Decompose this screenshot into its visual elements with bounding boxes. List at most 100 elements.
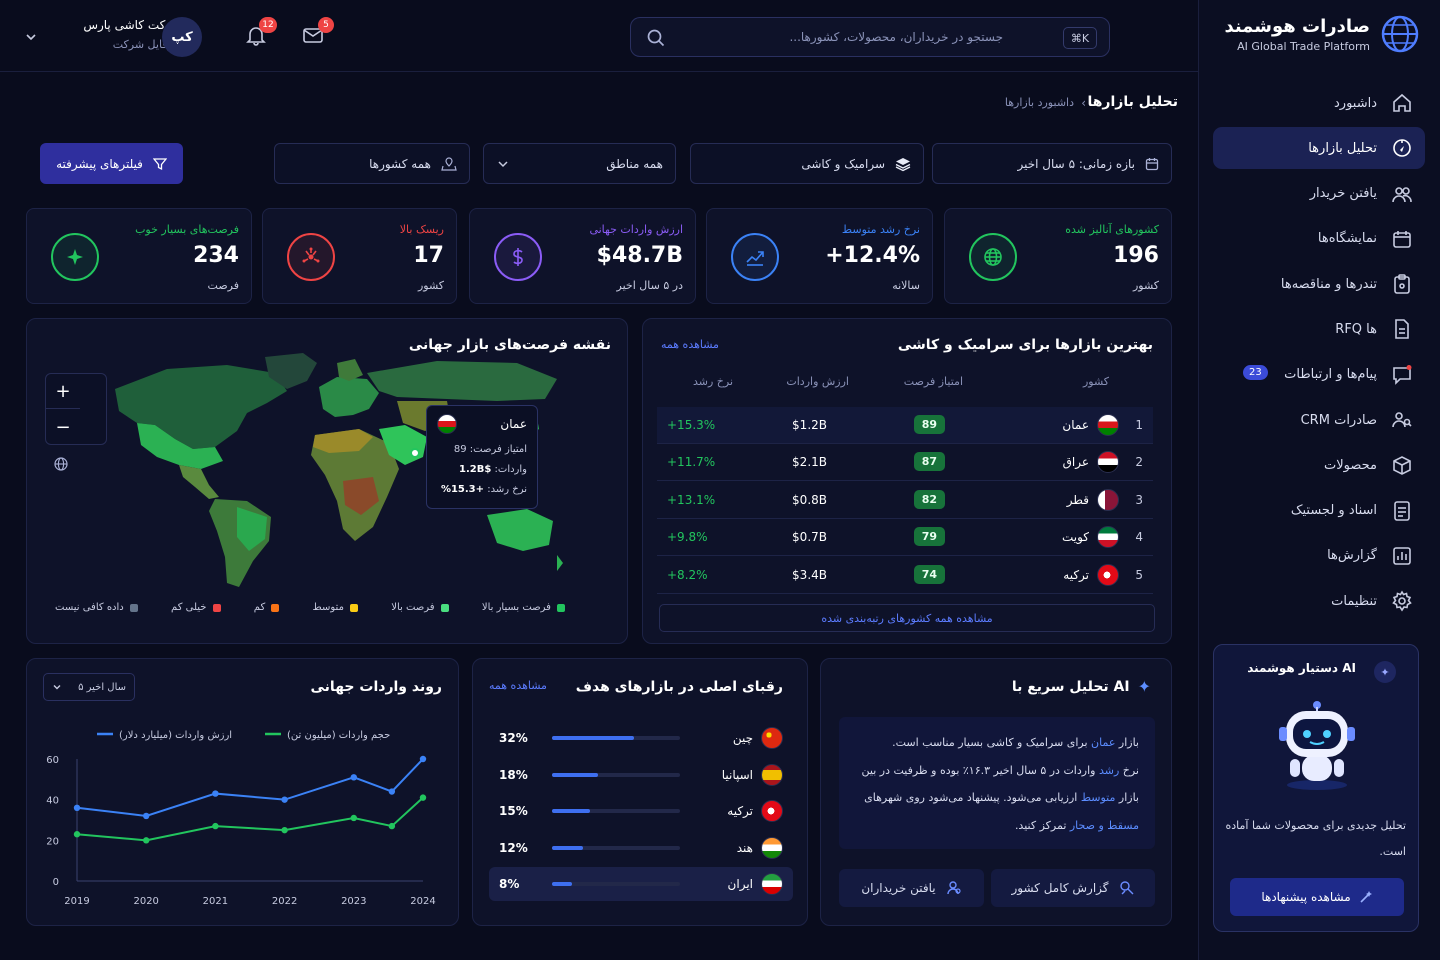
sidebar-item-0[interactable]: داشبورد [1213, 82, 1425, 124]
profile-menu[interactable]: شرکت کاشی پارس پروفایل شرکت کپ [20, 16, 220, 58]
ai-assistant-card: دستیار هوشمند AI ✦ تحلیل جدیدی برای محصو… [1213, 644, 1419, 932]
globe-reset-icon[interactable] [54, 457, 68, 471]
sidebar-item-label: اسناد و لجستیک [1290, 503, 1377, 519]
find-buyers-button[interactable]: یافتن خریداران [839, 869, 984, 907]
share-cell: 32% [499, 731, 528, 745]
share-bar-fill [552, 809, 591, 813]
view-suggestions-button[interactable]: مشاهده پیشنهادها [1230, 878, 1404, 916]
sidebar-item-8[interactable]: محصولات [1213, 444, 1425, 486]
legend-swatch [129, 603, 138, 612]
competitor-row[interactable]: 18% اسپانیا [489, 758, 793, 792]
data-point [143, 812, 150, 820]
search-bar[interactable]: جستجو در خریداران، محصولات، کشورها... ⌘K [630, 17, 1110, 57]
table-row[interactable]: 2 عراق 87 $2.1B +11.7% [657, 444, 1153, 482]
advanced-filters-button[interactable]: فیلترهای پیشرفته [40, 143, 183, 184]
sidebar-item-2[interactable]: یافتن خریدار [1213, 173, 1425, 215]
growth-cell: +9.8% [667, 530, 708, 545]
legend-label: ارزش واردات (میلیارد دلار) [119, 730, 232, 741]
competitor-country: اسپانیا [721, 767, 753, 782]
competitor-row[interactable]: 12% هند [489, 831, 793, 865]
legend-swatch [271, 603, 280, 612]
target-icon [67, 249, 83, 265]
view-all-countries-link[interactable]: مشاهده همه کشورهای رتبه‌بندی شده [659, 604, 1155, 632]
ai-quick-title: تحلیل سریع با AI [1011, 678, 1130, 695]
competitors-view-all-link[interactable]: مشاهده همه [489, 679, 547, 692]
share-bar [552, 882, 680, 886]
competitor-country: ترکیه [727, 804, 753, 818]
product-filter[interactable]: سرامیک و کاشی [690, 143, 924, 184]
legend-swatch [212, 603, 221, 612]
notifications-button[interactable]: 12 [243, 17, 277, 52]
data-point [388, 822, 396, 830]
table-row[interactable]: 5 ترکیه 74 $3.4B +8.2% [657, 557, 1153, 594]
kpi-sub: فرصت [207, 279, 239, 292]
share-bar-fill [552, 845, 583, 850]
data-point [281, 796, 288, 803]
sparkle-icon[interactable]: ✦ [1374, 661, 1396, 683]
legend-item: متوسط [313, 602, 358, 613]
line-post: تمرکز کنید. [1014, 818, 1070, 832]
country-flag-icon [761, 873, 783, 895]
sidebar-item-9[interactable]: اسناد و لجستیک [1213, 490, 1425, 532]
table-row[interactable]: 1 عمان 89 $1.2B +15.3% [657, 407, 1153, 444]
chevron-down-icon [26, 34, 36, 41]
sidebar-item-1[interactable]: تحلیل بازارها [1213, 127, 1425, 170]
country-cell: عراق [1062, 455, 1089, 470]
score-pill: 89 [913, 415, 945, 434]
zoom-out-button[interactable]: − [46, 410, 80, 445]
trend-period-select[interactable]: ۵ سال اخیر [43, 673, 135, 701]
box-icon [1393, 456, 1411, 476]
sidebar-item-3[interactable]: نمایشگاه‌ها [1213, 218, 1425, 260]
zoom-in-button[interactable]: + [46, 374, 80, 409]
countries-filter[interactable]: همه کشورها [274, 143, 470, 184]
share-cell: 18% [499, 767, 528, 782]
competitor-country: هند [736, 840, 753, 855]
line-post: واردات در ۵ سال اخیر ۱۶.۳٪ بوده و ظرفیت … [861, 763, 1099, 777]
sidebar-item-11[interactable]: تنظیمات [1213, 580, 1425, 622]
competitor-row[interactable]: 8% ایران [489, 867, 793, 901]
period-filter[interactable]: بازه زمانی: ۵ سال اخیر [932, 143, 1172, 184]
line-highlight: عمان [1091, 736, 1116, 749]
table-row[interactable]: 4 کویت 79 $0.7B +9.8% [657, 519, 1153, 557]
sidebar-item-6[interactable]: 23 پیام‌ها و ارتباطات [1213, 354, 1425, 396]
mail-button[interactable]: 5 [300, 17, 334, 52]
breadcrumb-parent[interactable]: داشبورد بازارها [1005, 96, 1074, 109]
legend-item: فرصت بسیار بالا [482, 602, 565, 613]
map-legend: فرصت بسیار بالا فرصت بالا متوسط کم خیلی کم دا… [55, 602, 565, 613]
brand[interactable]: صادرات هوشمند AI Global Trade Platform [1224, 14, 1420, 54]
competitor-row[interactable]: 32% چین [489, 721, 793, 755]
report-button-label: گزارش کامل کشور [1011, 881, 1109, 895]
country-cell: عمان [1062, 418, 1089, 432]
map-region-europe [319, 377, 379, 417]
sidebar-item-label: تحلیل بازارها [1308, 140, 1377, 156]
sidebar-item-label: CRM صادرات [1300, 412, 1377, 428]
country-cell: ترکیه [1063, 567, 1089, 582]
search-input[interactable]: جستجو در خریداران، محصولات، کشورها... [789, 30, 1003, 44]
robot-icon [1279, 701, 1355, 790]
brand-name: صادرات هوشمند [1224, 15, 1370, 37]
data-point [350, 774, 357, 781]
top-markets-view-all-link[interactable]: مشاهده همه [661, 338, 719, 351]
legend-label: کم [253, 602, 266, 613]
y-tick-label: 60 [46, 755, 59, 766]
table-row[interactable]: 3 قطر 82 $0.8B +13.1% [657, 482, 1153, 519]
col-header-country: کشور [1082, 375, 1109, 388]
rank-cell: 2 [1135, 455, 1143, 470]
score-pill: 79 [913, 527, 945, 547]
sidebar-item-7[interactable]: CRM صادرات [1213, 399, 1425, 441]
sidebar-item-4[interactable]: تندرها و مناقصه‌ها [1213, 263, 1425, 305]
line-pre: نرخ [1119, 763, 1139, 777]
map-region-central-america [179, 465, 219, 499]
competitor-row[interactable]: 15% ترکیه [489, 794, 793, 828]
full-country-report-button[interactable]: گزارش کامل کشور [991, 869, 1155, 907]
region-filter[interactable]: همه مناطق [483, 143, 676, 184]
country-flag-icon [1097, 526, 1119, 549]
sidebar-item-10[interactable]: گزارش‌ها [1213, 535, 1425, 577]
rank-cell: 4 [1135, 530, 1143, 545]
sidebar-item-label: تنظیمات [1331, 593, 1377, 609]
sidebar-item-5[interactable]: RFQ ها [1213, 308, 1425, 350]
value-cell: $0.8B [792, 492, 827, 507]
tooltip-value-label: واردات: [494, 464, 527, 475]
legend-label: متوسط [312, 602, 344, 613]
country-cell: قطر [1066, 492, 1089, 507]
